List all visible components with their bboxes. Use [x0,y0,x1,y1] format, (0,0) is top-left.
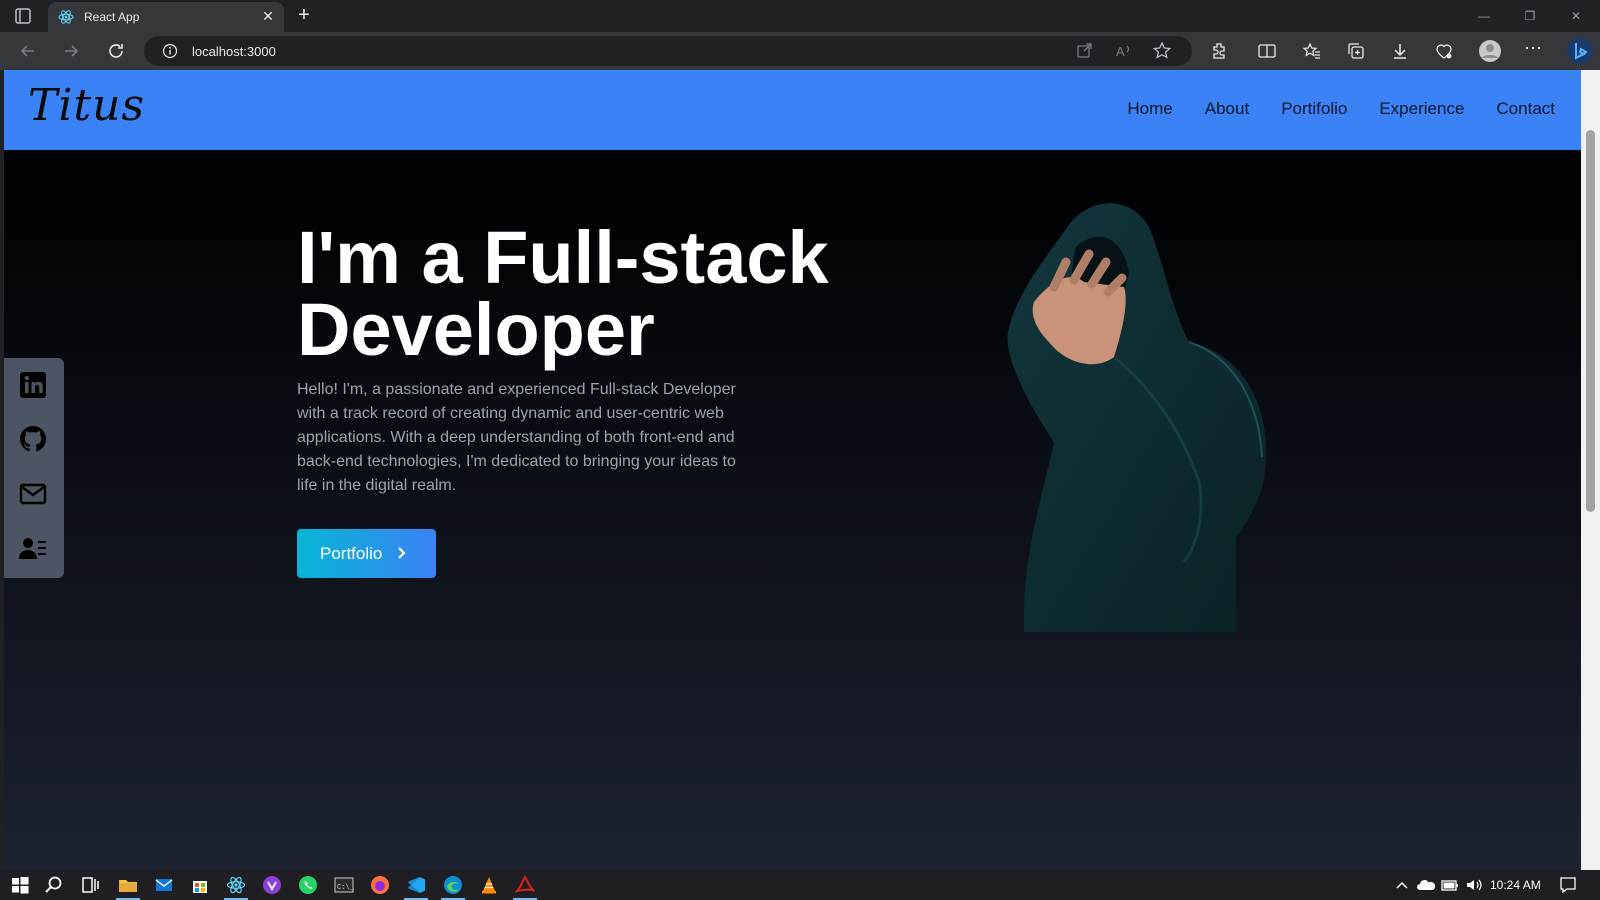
whatsapp-icon[interactable] [298,875,318,895]
svg-text:C:\_: C:\_ [337,884,354,892]
github-icon[interactable] [18,424,48,454]
site-logo[interactable]: Titus [28,80,145,131]
taskbar-clock[interactable]: 10:24 AM [1490,878,1541,892]
react-favicon [58,10,74,24]
nav-contact[interactable]: Contact [1496,99,1555,119]
info-icon[interactable] [162,43,178,59]
open-in-app-icon[interactable] [1074,41,1094,61]
windows-taskbar: C:\_ 10:24 AM [0,870,1600,900]
page-viewport: Titus Home About Portifolio Experience C… [4,70,1581,870]
address-bar[interactable]: localhost:3000 A [144,36,1192,66]
vlc-icon[interactable] [479,875,499,895]
hero-title-line1: I'm a Full-stack [297,216,829,299]
volume-icon[interactable] [1464,875,1484,895]
portfolio-button-label: Portfolio [320,544,383,563]
react-devtools-icon[interactable] [226,875,246,895]
tab-strip: React App ✕ + — ❐ ✕ [0,0,1600,32]
hero-title-line2: Developer [297,288,655,371]
scrollbar-thumb[interactable] [1586,130,1595,512]
extensions-icon[interactable] [1210,41,1230,61]
new-tab-icon[interactable]: + [294,5,314,25]
battery-icon[interactable] [1440,875,1460,895]
brave-icon[interactable] [262,875,282,895]
nav-home[interactable]: Home [1127,99,1172,119]
file-explorer-icon[interactable] [118,875,138,895]
browser-toolbar: localhost:3000 A ⋯ [0,32,1600,70]
store-icon[interactable] [190,875,210,895]
page-scrollbar[interactable] [1581,70,1600,870]
restore-icon[interactable]: ❐ [1520,6,1540,26]
split-screen-icon[interactable] [1257,41,1277,61]
acrobat-icon[interactable] [515,875,535,895]
read-aloud-icon[interactable]: A [1114,41,1134,61]
resume-icon[interactable] [18,533,48,563]
bing-icon[interactable] [1566,37,1594,65]
search-icon[interactable] [44,875,64,895]
svg-text:A: A [1116,44,1125,59]
tab-list-icon[interactable] [14,7,32,25]
profile-icon[interactable] [1478,39,1502,63]
nav-about[interactable]: About [1205,99,1249,119]
downloads-icon[interactable] [1390,41,1410,61]
firefox-icon[interactable] [370,875,390,895]
browser-essentials-icon[interactable] [1434,41,1454,61]
forward-icon[interactable] [61,41,81,61]
site-navbar: Titus Home About Portifolio Experience C… [4,70,1581,150]
nav-experience[interactable]: Experience [1379,99,1464,119]
hero-title: I'm a Full-stack Developer [297,216,829,371]
close-window-icon[interactable]: ✕ [1566,6,1586,26]
vscode-icon[interactable] [406,875,426,895]
mail-icon[interactable] [154,875,174,895]
notification-icon[interactable] [1558,875,1578,895]
favorite-star-icon[interactable] [1152,41,1172,61]
chevron-right-icon [398,547,406,559]
nav-links: Home About Portifolio Experience Contact [1127,99,1555,119]
more-icon[interactable]: ⋯ [1524,38,1542,59]
windows-start-icon[interactable] [10,875,30,895]
collections-icon[interactable] [1346,41,1366,61]
minimize-icon[interactable]: — [1474,6,1494,26]
browser-tab[interactable]: React App ✕ [48,2,284,32]
url-text: localhost:3000 [192,44,276,59]
close-tab-icon[interactable]: ✕ [260,8,276,24]
hero-description: Hello! I'm, a passionate and experienced… [297,381,736,494]
favorites-icon[interactable] [1302,41,1322,61]
terminal-icon[interactable]: C:\_ [334,875,354,895]
nav-portfolio[interactable]: Portifolio [1281,99,1347,119]
onedrive-icon[interactable] [1416,875,1436,895]
edge-icon[interactable] [443,875,463,895]
mail-icon[interactable] [18,479,48,509]
social-links-bar [4,358,64,578]
refresh-icon[interactable] [106,41,126,61]
chevron-up-icon[interactable] [1392,875,1412,895]
hooded-figure-image [1007,203,1266,632]
linkedin-icon[interactable] [18,370,48,400]
portfolio-button[interactable]: Portfolio [297,529,436,578]
back-icon[interactable] [18,41,38,61]
task-view-icon[interactable] [80,875,100,895]
tab-title: React App [84,10,140,24]
